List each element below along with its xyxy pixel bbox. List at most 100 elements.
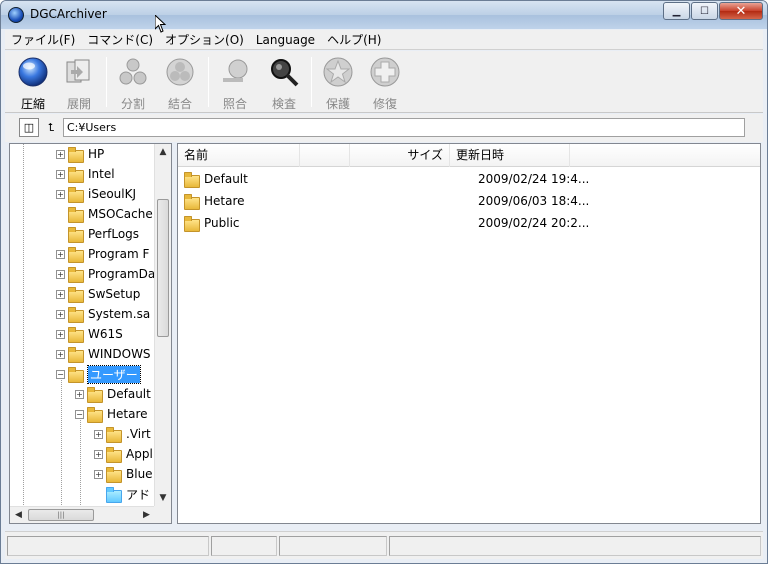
scroll-up-icon[interactable]: ▲ <box>155 144 171 161</box>
tree-item[interactable]: + SwSetup <box>56 284 140 304</box>
file-name: Hetare <box>204 194 245 208</box>
expand-icon[interactable]: + <box>56 309 65 319</box>
file-modified: 2009/06/03 18:4... <box>478 194 590 208</box>
expand-icon[interactable]: + <box>75 389 84 399</box>
protect-label: 保護 <box>325 97 350 111</box>
column-name[interactable]: 名前 <box>178 144 300 167</box>
tree-item-label: ユーザー <box>87 364 141 384</box>
tree-item[interactable]: + WINDOWS <box>56 344 151 364</box>
menu-options[interactable]: オプション(O) <box>159 30 250 49</box>
folder-icon <box>68 247 84 263</box>
tree-item[interactable]: + Appl <box>94 444 153 464</box>
list-item[interactable]: Default 2009/02/24 19:4... <box>178 168 760 190</box>
scroll-down-icon[interactable]: ▼ <box>155 490 171 507</box>
up-folder-button[interactable]: ⮤ <box>41 118 61 137</box>
expand-icon[interactable]: + <box>56 349 65 359</box>
tree-item-label: SwSetup <box>88 287 141 301</box>
expand-icon[interactable]: + <box>56 249 65 259</box>
list-item[interactable]: Public 2009/02/24 20:2... <box>178 212 760 234</box>
list-header: 名前 サイズ 更新日時 <box>178 144 760 167</box>
tree-item-label: MSOCache <box>88 207 153 221</box>
folder-icon <box>68 347 84 363</box>
list-item[interactable]: Hetare 2009/06/03 18:4... <box>178 190 760 212</box>
folder-icon <box>68 367 84 383</box>
menu-file[interactable]: ファイル(F) <box>5 30 81 49</box>
folder-icon <box>184 194 200 210</box>
extract-button[interactable]: 展開 <box>57 54 101 111</box>
tree-guide-line <box>23 144 24 507</box>
tree-vertical-scrollbar[interactable]: ▲ ▼ <box>154 144 171 507</box>
address-input[interactable]: C:¥Users <box>63 118 745 137</box>
expand-icon[interactable]: + <box>94 429 103 439</box>
tree-item[interactable]: + Blue <box>94 464 153 484</box>
menu-help[interactable]: ヘルプ(H) <box>321 30 387 49</box>
repair-button[interactable]: 修復 <box>363 54 407 111</box>
verify-icon <box>223 59 248 82</box>
folder-icon <box>184 172 200 188</box>
minimize-icon: ▁ <box>672 5 681 17</box>
tree-item[interactable]: − ユーザー <box>56 364 141 384</box>
panel-toggle-icon: ◫ <box>23 121 35 134</box>
app-icon[interactable] <box>8 7 24 23</box>
expand-icon[interactable]: + <box>56 289 65 299</box>
menu-bar: ファイル(F) コマンド(C) オプション(O) Language ヘルプ(H) <box>5 30 763 50</box>
tree-item[interactable]: + Default <box>75 384 151 404</box>
folder-icon <box>68 287 84 303</box>
menu-command[interactable]: コマンド(C) <box>81 30 159 49</box>
tree-item[interactable]: + System.sa <box>56 304 150 324</box>
tree-horizontal-scrollbar[interactable]: ◀ ||| ▶ <box>10 506 155 523</box>
column-spacer[interactable] <box>300 144 350 167</box>
tree-item[interactable]: + HP <box>56 144 104 164</box>
expand-icon[interactable]: + <box>94 449 103 459</box>
column-size[interactable]: サイズ <box>350 144 450 167</box>
expand-icon[interactable]: + <box>56 149 65 159</box>
verify-button[interactable]: 照合 <box>213 54 257 111</box>
maximize-icon: ☐ <box>700 5 709 17</box>
protect-button[interactable]: 保護 <box>316 54 360 111</box>
tree-item-label: Intel <box>88 167 115 181</box>
tree-item[interactable]: + .Virt <box>94 424 151 444</box>
scroll-thumb[interactable]: ||| <box>28 509 94 521</box>
inspect-button[interactable]: 検査 <box>262 54 306 111</box>
split-icon <box>119 58 147 85</box>
scroll-thumb[interactable] <box>157 199 169 337</box>
scroll-right-icon[interactable]: ▶ <box>138 507 155 523</box>
tree-item[interactable]: + ProgramDa <box>56 264 155 284</box>
tree-guide-line <box>80 416 81 507</box>
expand-icon[interactable]: + <box>56 329 65 339</box>
tree-item[interactable]: MSOCache <box>56 204 153 224</box>
expand-icon[interactable]: + <box>56 189 65 199</box>
compress-button[interactable]: 圧縮 <box>11 54 55 111</box>
tree-item-label: Default <box>107 387 151 401</box>
tree-item[interactable]: − Hetare <box>75 404 148 424</box>
expand-icon[interactable]: + <box>56 169 65 179</box>
expand-icon[interactable]: + <box>94 469 103 479</box>
toolbar-separator <box>106 57 107 107</box>
collapse-icon[interactable]: − <box>75 409 84 419</box>
tree-item[interactable]: アド <box>94 484 150 504</box>
join-button[interactable]: 結合 <box>158 54 202 111</box>
tree-item-label: HP <box>88 147 105 161</box>
tree-item[interactable]: + W61S <box>56 324 123 344</box>
close-button[interactable]: ✕ <box>719 2 763 20</box>
tree-item-label: W61S <box>88 327 123 341</box>
tree-item[interactable]: + iSeoulKJ <box>56 184 136 204</box>
menu-language[interactable]: Language <box>250 30 321 49</box>
minimize-button[interactable]: ▁ <box>663 2 690 20</box>
maximize-button[interactable]: ☐ <box>691 2 718 20</box>
inspect-icon <box>271 59 299 87</box>
scroll-left-icon[interactable]: ◀ <box>10 507 27 523</box>
collapse-icon[interactable]: − <box>56 369 65 379</box>
expand-icon[interactable]: + <box>56 269 65 279</box>
folder-icon <box>106 427 122 443</box>
tree-item-label: WINDOWS <box>88 347 151 361</box>
split-button[interactable]: 分割 <box>111 54 155 111</box>
status-bar <box>5 531 763 559</box>
toggle-tree-button[interactable]: ◫ <box>19 118 39 137</box>
title-bar[interactable]: DGCArchiver ▁ ☐ ✕ <box>1 1 767 29</box>
tree-item[interactable]: + Program F <box>56 244 149 264</box>
tree-item[interactable]: PerfLogs <box>56 224 139 244</box>
column-modified[interactable]: 更新日時 <box>450 144 570 167</box>
file-name: Public <box>204 216 240 230</box>
tree-item[interactable]: + Intel <box>56 164 115 184</box>
